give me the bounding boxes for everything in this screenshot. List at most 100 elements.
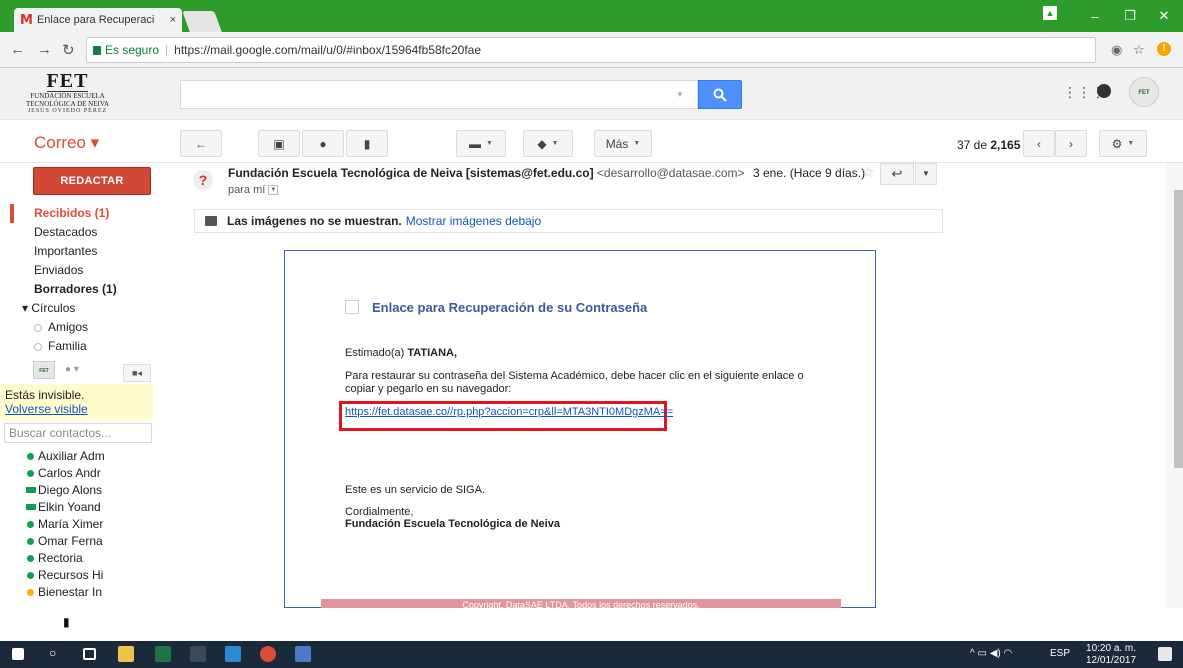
email-title: Enlace para Recuperación de su Contraseñ…	[372, 300, 648, 315]
nav-important[interactable]: Importantes	[0, 242, 168, 261]
language-indicator[interactable]: ESP	[1050, 648, 1070, 659]
list-item[interactable]: Recursos Hi	[0, 567, 137, 584]
greeting: Estimado(a) TATIANA,	[345, 347, 457, 359]
chrome-icon[interactable]	[260, 646, 276, 662]
search-icon[interactable]: ○	[49, 646, 56, 660]
url-input[interactable]: Es seguro | https://mail.google.com/mail…	[86, 37, 1096, 63]
delete-button[interactable]: ▮	[346, 130, 388, 157]
signature-block: Cordialmente, Fundación Escuela Tecnológ…	[345, 506, 560, 530]
action-center-icon[interactable]	[1158, 647, 1172, 661]
tray-icons[interactable]: ^ ▭ ◀) ◠	[970, 648, 1012, 659]
unknown-sender-icon[interactable]: ?	[193, 170, 213, 190]
new-tab-button[interactable]	[182, 11, 222, 32]
logo-line-3: JESÚS OVIEDO PÉREZ	[27, 108, 108, 114]
message-date: 3 ene. (Hace 9 días.)	[753, 166, 866, 180]
mail-toolbar: Correo ▾ ← ▣ ● ▮ ▬ ▼ ◆ ▼ Más ▼ 37 de 2,165 …	[0, 121, 1183, 163]
sender[interactable]: Fundación Escuela Tecnológica de Neiva […	[228, 166, 745, 180]
bookmark-star-icon[interactable]: ☆	[1133, 42, 1145, 58]
nav-circles[interactable]: ▾ Círculos	[0, 299, 168, 318]
online-status-icon	[27, 521, 34, 528]
forward-icon[interactable]: →	[37, 41, 52, 58]
archive-icon: ▣	[273, 136, 285, 151]
online-status-icon	[27, 453, 34, 460]
search-options-chevron-icon[interactable]: ▼	[676, 90, 684, 99]
clock[interactable]: 10:20 a. m. 12/01/2017	[1086, 643, 1136, 667]
count-total: 2,165	[990, 138, 1021, 152]
list-item[interactable]: Diego Alons	[0, 482, 137, 499]
eye-icon[interactable]: ◉	[1111, 42, 1122, 58]
notifications-icon[interactable]	[1097, 84, 1111, 98]
chevron-down-icon: ▼	[633, 140, 641, 147]
list-item[interactable]: Elkin Yoand	[0, 499, 137, 516]
labels-button[interactable]: ◆ ▼	[523, 130, 573, 157]
back-arrow-icon: ←	[195, 136, 207, 151]
video-status-icon	[26, 487, 36, 493]
more-button[interactable]: Más ▼	[594, 130, 652, 157]
nav-drafts[interactable]: Borradores (1)	[0, 280, 168, 299]
avatar[interactable]: FET	[1129, 77, 1159, 107]
profile-icon[interactable]: ▲	[1043, 6, 1057, 20]
nav-friends[interactable]: Amigos	[0, 318, 168, 337]
close-window-icon[interactable]: ✕	[1142, 0, 1183, 32]
reload-icon[interactable]: ↻	[62, 41, 75, 59]
nav-family[interactable]: Familia	[0, 337, 168, 356]
task-view-icon[interactable]	[83, 648, 96, 660]
list-item[interactable]: Carlos Andr	[0, 465, 137, 482]
back-to-inbox-button[interactable]: ←	[180, 130, 222, 157]
newer-button[interactable]: ‹	[1023, 130, 1055, 157]
sender-name: Fundación Escuela Tecnológica de Neiva […	[228, 166, 594, 180]
secure-label: Es seguro	[105, 43, 160, 57]
older-button[interactable]: ›	[1055, 130, 1087, 157]
contact-name: María Ximer	[38, 517, 104, 531]
video-call-icon[interactable]: ■◂	[123, 364, 151, 382]
search-button[interactable]	[698, 80, 742, 109]
chat-status-icon[interactable]: ● ▾	[65, 364, 79, 375]
list-item[interactable]: Omar Ferna	[0, 533, 137, 550]
become-visible-link[interactable]: Volverse visible	[5, 402, 88, 416]
list-item[interactable]: Auxiliar Adm	[0, 448, 137, 465]
taskbar-app-icon[interactable]	[190, 646, 206, 662]
contact-name: Carlos Andr	[38, 466, 101, 480]
windows-taskbar: ○ ^ ▭ ◀) ◠ ESP 10:20 a. m. 12/01/2017	[0, 641, 1183, 668]
archive-button[interactable]: ▣	[258, 130, 300, 157]
clock-date: 12/01/2017	[1086, 655, 1137, 666]
message-more-button[interactable]: ▼	[915, 163, 937, 185]
fet-logo[interactable]: FET FUNDACIÓN ESCUELA TECNOLÓGICA DE NEI…	[20, 71, 115, 117]
recipient[interactable]: para mí ▼	[228, 184, 279, 196]
list-item[interactable]: Bienestar In	[0, 584, 137, 601]
broken-image-placeholder	[345, 300, 359, 314]
reply-button[interactable]: ↩	[880, 163, 914, 185]
browser-tab[interactable]: M Enlace para Recuperació ×	[14, 8, 182, 32]
nav-starred[interactable]: Destacados	[0, 223, 168, 242]
details-chevron-icon[interactable]: ▼	[268, 185, 279, 196]
move-to-button[interactable]: ▬ ▼	[456, 130, 506, 157]
contact-name: Elkin Yoand	[38, 500, 101, 514]
chat-avatar[interactable]: FET	[33, 361, 55, 379]
password-reset-link[interactable]: https://fet.datasae.co//rp.php?accion=cr…	[345, 406, 673, 418]
nav-sent[interactable]: Enviados	[0, 261, 168, 280]
file-explorer-icon[interactable]	[118, 646, 134, 662]
nav-inbox[interactable]: Recibidos (1)	[0, 204, 168, 223]
list-item[interactable]: María Ximer	[0, 516, 137, 533]
scrollbar-thumb[interactable]	[1174, 190, 1183, 468]
mail-search-input[interactable]	[180, 80, 698, 109]
images-notice-bar: Las imágenes no se muestran. Mostrar imá…	[194, 209, 943, 233]
windows-start-icon[interactable]	[12, 648, 24, 660]
app-switcher[interactable]: Correo ▾	[34, 133, 99, 153]
excel-icon[interactable]	[155, 646, 171, 662]
back-icon[interactable]: ←	[10, 41, 25, 58]
left-sidebar: REDACTAR Recibidos (1) Destacados Import…	[0, 163, 168, 629]
show-images-link[interactable]: Mostrar imágenes debajo	[406, 214, 541, 228]
contact-search-input[interactable]: Buscar contactos...	[4, 423, 152, 443]
tab-close-icon[interactable]: ×	[170, 14, 176, 26]
settings-button[interactable]: ⚙ ▼	[1099, 130, 1147, 157]
report-spam-button[interactable]: ●	[302, 130, 344, 157]
network-app-icon[interactable]	[295, 646, 311, 662]
list-item[interactable]: Rectoria	[0, 550, 137, 567]
store-icon[interactable]	[225, 646, 241, 662]
extension-warning-icon[interactable]: !	[1157, 42, 1171, 56]
chat-bubble-icon[interactable]: ▮	[63, 615, 70, 629]
chevron-left-icon: ‹	[1037, 136, 1041, 151]
compose-button[interactable]: REDACTAR	[33, 167, 151, 195]
star-icon[interactable]: ☆	[862, 164, 875, 181]
